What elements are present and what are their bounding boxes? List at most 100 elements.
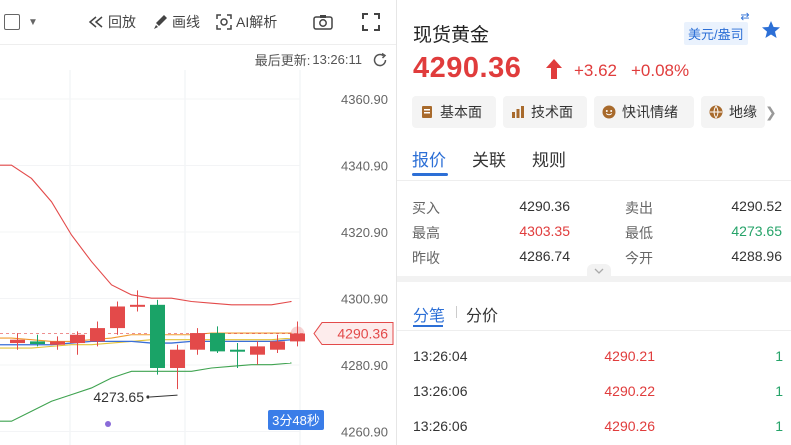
candle-body xyxy=(150,304,165,368)
candle-body xyxy=(30,341,45,345)
last-update-time: 13:26:11 xyxy=(312,52,362,67)
open-label: 今开 xyxy=(625,250,653,266)
swap-icon: ⇄ xyxy=(740,11,750,23)
chevron-down-icon xyxy=(594,268,604,274)
replay-label: 回放 xyxy=(108,14,136,30)
chip-fundamentals[interactable]: 基本面 xyxy=(412,96,496,128)
countdown-badge: 3分48秒 xyxy=(268,410,324,430)
chip-technicals-label: 技术面 xyxy=(531,104,573,120)
candle-body xyxy=(70,334,85,344)
chart-panel: ▼ 回放 画线 AI解析 最后更新: 13:26:11 4360.90 4340.… xyxy=(0,0,396,445)
candle xyxy=(110,301,125,335)
last-update-label: 最后更新: xyxy=(254,53,311,68)
chip-geopolitics[interactable]: 地缘 xyxy=(701,96,765,128)
unit-label: 美元/盎司 xyxy=(688,27,744,42)
tick-time: 13:26:06 xyxy=(413,383,468,399)
event-dot xyxy=(105,421,111,427)
subtab-ticks[interactable]: 分笔 xyxy=(413,302,445,326)
candle xyxy=(150,299,165,375)
candlestick-chart[interactable]: 4360.90 4340.90 4320.90 4300.90 4280.90 4260.… xyxy=(0,70,396,445)
chip-fundamentals-label: 基本面 xyxy=(440,104,482,120)
quote-panel: 现货黄金 美元/盎司 ⇄ 4290.36 +3.62 +0.08% 基本面 技术… xyxy=(397,0,791,445)
rewind-icon xyxy=(88,16,103,28)
price-axis-label: 4260.90 xyxy=(341,425,388,440)
tab-related[interactable]: 关联 xyxy=(472,146,506,171)
draw-line-label: 画线 xyxy=(172,14,200,30)
tick-price: 4290.21 xyxy=(604,348,655,364)
candle xyxy=(210,326,225,354)
candle-body xyxy=(110,306,125,329)
fullscreen-icon xyxy=(362,13,380,31)
chip-technicals[interactable]: 技术面 xyxy=(503,96,587,128)
tab-quote[interactable]: 报价 xyxy=(412,146,446,171)
emotion-icon xyxy=(602,105,616,119)
subtab-price-levels[interactable]: 分价 xyxy=(466,302,498,326)
subtab-separator xyxy=(456,306,457,318)
candle xyxy=(10,333,25,350)
high-label: 最高 xyxy=(412,225,440,241)
chart-type-dropdown[interactable]: ▼ xyxy=(4,11,38,33)
lower-band-line xyxy=(0,362,292,422)
chip-news-sentiment[interactable]: 快讯情绪 xyxy=(594,96,694,128)
bar-chart-icon xyxy=(512,106,524,118)
tick-volume: 1 xyxy=(775,383,783,399)
candle-body xyxy=(130,304,145,307)
globe-icon xyxy=(709,105,723,119)
chart-toolbar: ▼ 回放 画线 AI解析 xyxy=(0,0,396,45)
unit-switch-badge[interactable]: 美元/盎司 ⇄ xyxy=(684,11,750,45)
candle xyxy=(130,290,145,312)
draw-line-button[interactable]: 画线 xyxy=(152,11,200,33)
upper-band-line xyxy=(0,164,292,306)
replay-button[interactable]: 回放 xyxy=(88,11,136,33)
current-price-tag: 4290.36 xyxy=(313,322,394,346)
live-pulse xyxy=(290,326,305,341)
tick-row: 13:26:04 4290.21 1 xyxy=(397,348,791,372)
tick-price: 4290.22 xyxy=(604,383,655,399)
price-axis-label: 4360.90 xyxy=(341,92,388,107)
chevron-right-icon[interactable]: ❯ xyxy=(765,104,777,121)
candle xyxy=(90,321,105,347)
tick-time: 13:26:06 xyxy=(413,418,468,434)
candle-body xyxy=(50,341,65,345)
low-marker-label: 4273.65 xyxy=(93,389,144,405)
candle xyxy=(250,341,265,365)
tab-rules[interactable]: 规则 xyxy=(532,146,566,171)
price-axis-label: 4340.90 xyxy=(341,159,388,174)
price-axis-label: 4300.90 xyxy=(341,292,388,307)
tab-divider xyxy=(397,180,791,181)
fullscreen-button[interactable] xyxy=(362,11,384,33)
ai-analysis-button[interactable]: AI解析 xyxy=(216,11,277,33)
refresh-icon[interactable] xyxy=(372,52,388,68)
high-value: 4303.35 xyxy=(519,223,570,239)
countdown-text: 3分48秒 xyxy=(272,413,320,428)
candle xyxy=(70,331,85,355)
instrument-title: 现货黄金 xyxy=(413,25,490,46)
candle-body xyxy=(190,333,205,350)
screenshot-button[interactable] xyxy=(313,11,337,33)
low-value: 4273.65 xyxy=(731,223,782,239)
open-value: 4288.96 xyxy=(731,248,782,264)
prev-close-label: 昨收 xyxy=(412,250,440,266)
tick-row: 13:26:06 4290.22 1 xyxy=(397,383,791,407)
subtab-underline xyxy=(413,325,443,327)
price-tag-text: 4290.36 xyxy=(337,326,388,342)
low-marker-dot xyxy=(146,395,150,399)
candle-body xyxy=(210,333,225,352)
chevron-down-icon: ▼ xyxy=(28,16,38,28)
chip-geopolitics-label: 地缘 xyxy=(729,104,757,120)
checkbox-icon xyxy=(4,14,20,30)
prev-close-value: 4286.74 xyxy=(519,248,570,264)
candle-body xyxy=(270,341,285,350)
candle xyxy=(170,344,185,390)
low-label: 最低 xyxy=(625,225,653,241)
tick-time: 13:26:04 xyxy=(413,348,468,364)
last-update-row: 最后更新: 13:26:11 xyxy=(255,50,388,69)
buy-label: 买入 xyxy=(412,200,440,216)
buy-value: 4290.36 xyxy=(519,198,570,214)
favorite-star-icon[interactable] xyxy=(761,20,781,40)
collapse-toggle[interactable] xyxy=(587,264,611,276)
price-axis-label: 4320.90 xyxy=(341,225,388,240)
candle-body xyxy=(90,328,105,342)
tick-volume: 1 xyxy=(775,348,783,364)
ai-analysis-label: AI解析 xyxy=(236,14,278,30)
